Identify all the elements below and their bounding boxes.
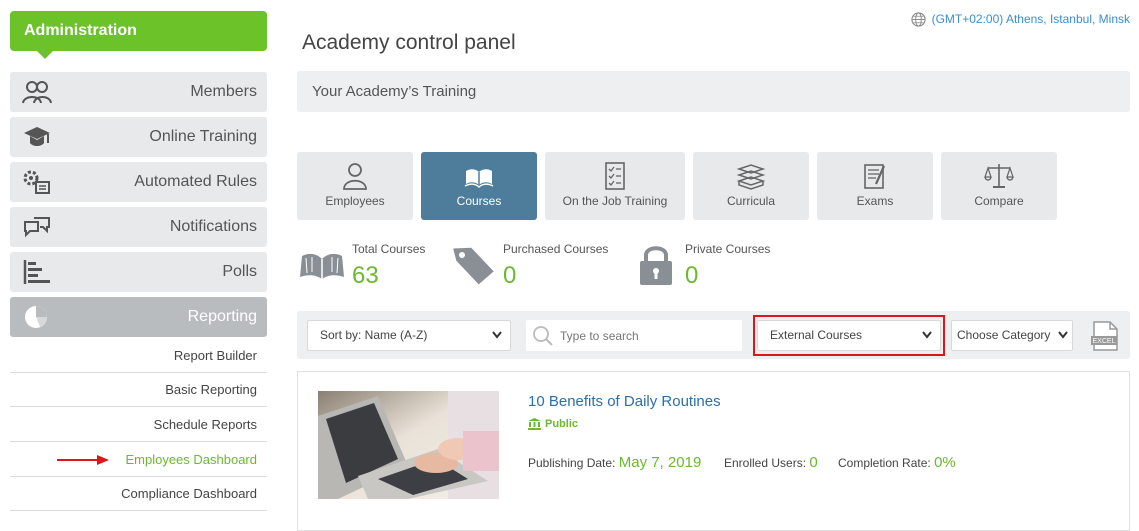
subitem-compliance-dashboard[interactable]: Compliance Dashboard bbox=[10, 477, 267, 511]
tab-label: Employees bbox=[325, 194, 385, 208]
page-title: Academy control panel bbox=[302, 31, 516, 54]
publishing-date: Publishing Date: May 7, 2019 bbox=[528, 454, 701, 471]
stat-value: 0 bbox=[685, 262, 699, 289]
enrolled-users: Enrolled Users: 0 bbox=[724, 454, 818, 471]
checklist-icon bbox=[605, 162, 625, 190]
search-box[interactable] bbox=[526, 320, 742, 351]
category-select-value: Choose Category bbox=[957, 328, 1051, 342]
members-icon bbox=[22, 81, 52, 104]
red-arrow-annotation bbox=[57, 455, 109, 465]
meta-value: 0% bbox=[934, 454, 956, 471]
tab-label: Curricula bbox=[726, 194, 775, 208]
globe-icon bbox=[910, 12, 926, 27]
lock-icon bbox=[640, 246, 672, 285]
stat-value: 63 bbox=[352, 262, 379, 289]
chat-bubbles-icon bbox=[24, 217, 50, 238]
person-icon bbox=[343, 163, 367, 190]
sort-select-value: Sort by: Name (A-Z) bbox=[320, 328, 428, 342]
tab-label: On the Job Training bbox=[562, 194, 668, 208]
open-book-icon bbox=[464, 169, 494, 189]
tab-label: Courses bbox=[456, 194, 502, 208]
graduation-cap-icon bbox=[24, 127, 50, 146]
sidebar-item-label: Automated Rules bbox=[134, 173, 257, 190]
sidebar-item-notifications[interactable]: Notifications bbox=[10, 207, 267, 247]
highlight-box-annotation bbox=[753, 315, 945, 356]
visibility-badge: Public bbox=[528, 418, 579, 431]
meta-label: Enrolled Users: bbox=[724, 456, 807, 470]
laptop-typing-image bbox=[318, 391, 499, 499]
tab-employees[interactable]: Employees bbox=[297, 152, 413, 220]
sidebar-item-online-training[interactable]: Online Training bbox=[10, 117, 267, 157]
chevron-down-icon bbox=[492, 331, 502, 339]
excel-label: EXCEL bbox=[1093, 338, 1116, 345]
timezone-link[interactable]: (GMT+02:00) Athens, Istanbul, Minsk bbox=[910, 12, 1130, 27]
meta-value: May 7, 2019 bbox=[618, 454, 702, 471]
scales-icon bbox=[984, 164, 1014, 188]
stat-value: 0 bbox=[503, 262, 517, 289]
subitem-basic-reporting[interactable]: Basic Reporting bbox=[10, 373, 267, 407]
course-thumbnail[interactable] bbox=[318, 391, 499, 499]
header-pointer bbox=[37, 51, 53, 59]
book-stack-icon bbox=[736, 164, 766, 190]
course-card: 10 Benefits of Daily Routines Public Pub… bbox=[297, 371, 1130, 531]
institution-icon bbox=[528, 418, 541, 431]
stat-label: Purchased Courses bbox=[503, 242, 609, 256]
bar-chart-icon bbox=[23, 260, 50, 284]
search-icon bbox=[533, 326, 553, 346]
training-section-header: Your Academy’s Training bbox=[297, 71, 1130, 112]
completion-rate: Completion Rate: 0% bbox=[838, 454, 956, 471]
exam-icon bbox=[864, 164, 886, 189]
price-tag-icon bbox=[453, 247, 494, 285]
sidebar-item-label: Members bbox=[190, 83, 257, 100]
category-select[interactable]: Choose Category bbox=[951, 320, 1073, 351]
tab-on-the-job-training[interactable]: On the Job Training bbox=[545, 152, 685, 220]
chevron-down-icon bbox=[1058, 331, 1068, 339]
stat-label: Total Courses bbox=[352, 242, 426, 256]
sidebar-item-reporting[interactable]: Reporting bbox=[10, 297, 267, 337]
filter-bar: Sort by: Name (A-Z) External Courses Cho… bbox=[297, 311, 1130, 359]
pie-chart-icon bbox=[25, 306, 47, 328]
subitem-report-builder[interactable]: Report Builder bbox=[10, 339, 267, 373]
administration-title: Administration bbox=[24, 22, 137, 39]
tab-label: Compare bbox=[974, 194, 1024, 208]
sidebar-item-label: Online Training bbox=[149, 128, 257, 145]
tab-label: Exams bbox=[856, 194, 894, 208]
excel-export-icon[interactable]: EXCEL bbox=[1090, 321, 1120, 351]
meta-label: Completion Rate: bbox=[838, 456, 931, 470]
sidebar-item-members[interactable]: Members bbox=[10, 72, 267, 112]
tab-compare[interactable]: Compare bbox=[941, 152, 1057, 220]
tab-courses[interactable]: Courses bbox=[421, 152, 537, 220]
tab-curricula[interactable]: Curricula bbox=[693, 152, 809, 220]
stat-label: Private Courses bbox=[685, 242, 771, 256]
sidebar-item-polls[interactable]: Polls bbox=[10, 252, 267, 292]
sidebar-item-automated-rules[interactable]: Automated Rules bbox=[10, 162, 267, 202]
sidebar-item-label: Reporting bbox=[187, 308, 257, 325]
visibility-label: Public bbox=[545, 418, 579, 430]
search-input[interactable] bbox=[558, 324, 732, 348]
gears-icon bbox=[23, 170, 50, 194]
subitem-schedule-reports[interactable]: Schedule Reports bbox=[10, 408, 267, 442]
tab-exams[interactable]: Exams bbox=[817, 152, 933, 220]
meta-label: Publishing Date: bbox=[528, 456, 616, 470]
sidebar-item-label: Notifications bbox=[169, 218, 257, 235]
sidebar-item-label: Polls bbox=[222, 263, 257, 280]
course-title-link[interactable]: 10 Benefits of Daily Routines bbox=[528, 393, 721, 410]
administration-header: Administration bbox=[10, 11, 267, 59]
sort-select[interactable]: Sort by: Name (A-Z) bbox=[307, 320, 511, 351]
open-book-icon bbox=[300, 253, 344, 279]
subitem-employees-dashboard[interactable]: Employees Dashboard bbox=[10, 443, 267, 477]
timezone-label: (GMT+02:00) Athens, Istanbul, Minsk bbox=[931, 12, 1130, 26]
meta-value: 0 bbox=[809, 454, 818, 471]
